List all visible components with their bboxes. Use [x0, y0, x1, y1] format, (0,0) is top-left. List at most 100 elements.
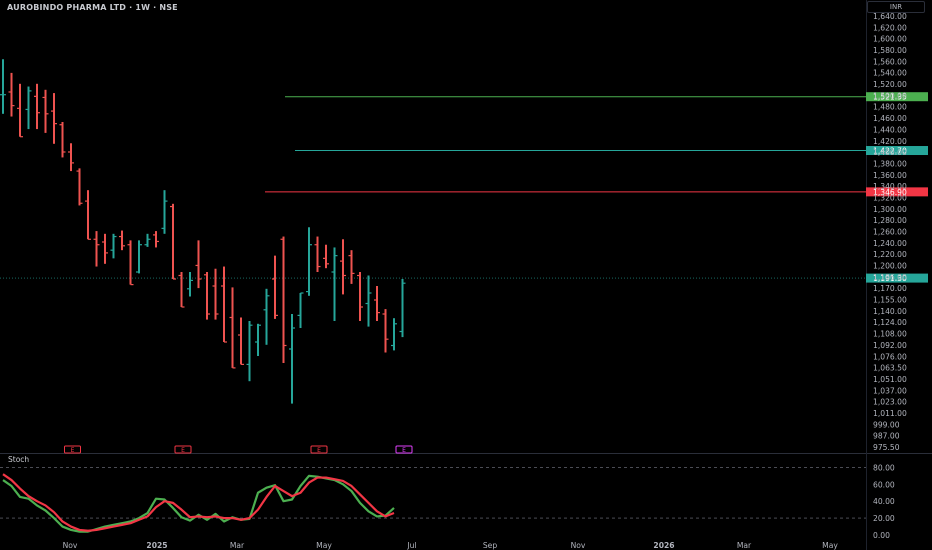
ohlc-bar [144, 233, 151, 247]
price-tick-label: 987.00 [873, 432, 900, 441]
price-tick-label: 1,186.00 [873, 273, 907, 282]
price-tick-label: 1,460.00 [873, 114, 907, 123]
event-markers: EEEE [64, 445, 413, 454]
price-tick-label: 1,560.00 [873, 57, 907, 66]
ohlc-bar [85, 190, 91, 240]
event-marker: E [64, 445, 81, 454]
ohlc-bar [42, 89, 49, 133]
price-tick-label: 1,400.00 [873, 148, 907, 157]
price-tick-label: 1,360.00 [873, 171, 907, 180]
ohlc-bar [110, 233, 117, 259]
ohlc-bars [0, 59, 406, 404]
ohlc-bar [306, 227, 312, 296]
stoch-pane [0, 467, 866, 533]
price-tick-label: 1,580.00 [873, 46, 907, 55]
price-tick-label: 1,280.00 [873, 216, 907, 225]
ohlc-bar [195, 240, 202, 289]
ohlc-bar [178, 272, 185, 308]
ohlc-bar [246, 321, 253, 382]
time-tick-label: Jul [406, 541, 416, 550]
price-tick-label: 1,380.00 [873, 159, 907, 168]
price-tick-label: 1,540.00 [873, 69, 907, 78]
ohlc-bar [76, 168, 83, 206]
price-tick-label: 1,440.00 [873, 125, 907, 134]
event-marker-label: E [181, 447, 185, 454]
price-tick-label: 1,155.00 [873, 296, 907, 305]
ohlc-bar [34, 83, 40, 130]
price-tick-label: 975.50 [873, 443, 900, 452]
stoch-series-line [2, 474, 395, 533]
price-tick-label: 1,170.00 [873, 284, 907, 293]
ohlc-bar [212, 268, 219, 320]
ohlc-bar [331, 247, 338, 321]
price-tick-label: 1,063.50 [873, 364, 907, 373]
ohlc-bar [229, 287, 236, 369]
ohlc-bar [204, 272, 210, 320]
price-tick-label: 1,520.00 [873, 80, 907, 89]
ohlc-bar [221, 266, 227, 343]
event-marker: E [310, 445, 328, 454]
price-tick-label: 1,600.00 [873, 35, 907, 44]
ohlc-bar [399, 279, 406, 338]
time-tick-label: May [316, 541, 332, 550]
price-tick-label: 1,076.00 [873, 352, 907, 361]
ohlc-bar [51, 93, 57, 144]
ohlc-bar [68, 143, 74, 172]
time-tick-label: 2025 [146, 541, 167, 550]
event-marker-label: E [402, 447, 406, 454]
ohlc-bar [153, 231, 159, 248]
price-tick-label: 1,140.00 [873, 307, 907, 316]
price-tick-label: 1,220.00 [873, 250, 907, 259]
price-tick-label: 1,051.00 [873, 375, 907, 384]
ohlc-bar [25, 86, 32, 130]
time-tick-label: Mar [737, 541, 752, 550]
ohlc-bar [187, 272, 193, 297]
ohlc-bar [297, 292, 304, 328]
ohlc-bar [323, 244, 329, 269]
ohlc-bar [119, 230, 125, 251]
time-tick-label: May [822, 541, 838, 550]
ohlc-bar [382, 309, 389, 353]
ohlc-bar [17, 83, 23, 138]
time-tick-label: Nov [571, 541, 586, 550]
event-marker-label: E [317, 447, 321, 454]
time-tick-label: Mar [230, 541, 245, 550]
price-chart[interactable]: 1,521.351,422.701,346.901,191.30 EEEE 1,… [0, 0, 932, 550]
ohlc-bar [255, 323, 261, 356]
price-tick-label: 999.00 [873, 420, 900, 429]
ohlc-bar [136, 240, 142, 274]
ohlc-bar [170, 203, 176, 280]
price-tick-label: 1,340.00 [873, 182, 907, 191]
stoch-series-line [2, 473, 395, 532]
price-tick-label: 1,092.00 [873, 341, 907, 350]
price-tick-label: 1,011.00 [873, 409, 907, 418]
price-tick-label: 1,108.00 [873, 330, 907, 339]
price-tick-label: 1,640.00 [873, 12, 907, 21]
ohlc-bar [93, 231, 100, 267]
price-tick-label: 1,320.00 [873, 193, 907, 202]
stoch-tick-label: 80.00 [873, 463, 895, 472]
ohlc-bar [365, 275, 372, 327]
price-tick-label: 1,023.00 [873, 398, 907, 407]
price-tick-label: 1,480.00 [873, 103, 907, 112]
stoch-tick-label: 60.00 [873, 480, 895, 489]
ohlc-bar [348, 250, 355, 284]
ohlc-bar [238, 317, 244, 365]
ohlc-bar [59, 121, 66, 158]
event-marker-label: E [71, 447, 75, 454]
time-tick-label: Nov [63, 541, 78, 550]
ohlc-bar [272, 255, 278, 319]
stoch-tick-label: 0.00 [873, 531, 890, 540]
ohlc-bar [280, 236, 287, 363]
time-tick-label: Sep [483, 541, 497, 550]
price-tick-label: 1,300.00 [873, 205, 907, 214]
ohlc-bar [357, 272, 363, 321]
stoch-tick-label: 20.00 [873, 514, 895, 523]
ohlc-bar [391, 318, 397, 351]
ohlc-bar [340, 239, 346, 295]
price-tick-label: 1,260.00 [873, 228, 907, 237]
price-tick-label: 1,420.00 [873, 137, 907, 146]
price-tick-label: 1,124.00 [873, 318, 907, 327]
price-tick-label: 1,200.00 [873, 262, 907, 271]
price-tick-label: 1,620.00 [873, 23, 907, 32]
